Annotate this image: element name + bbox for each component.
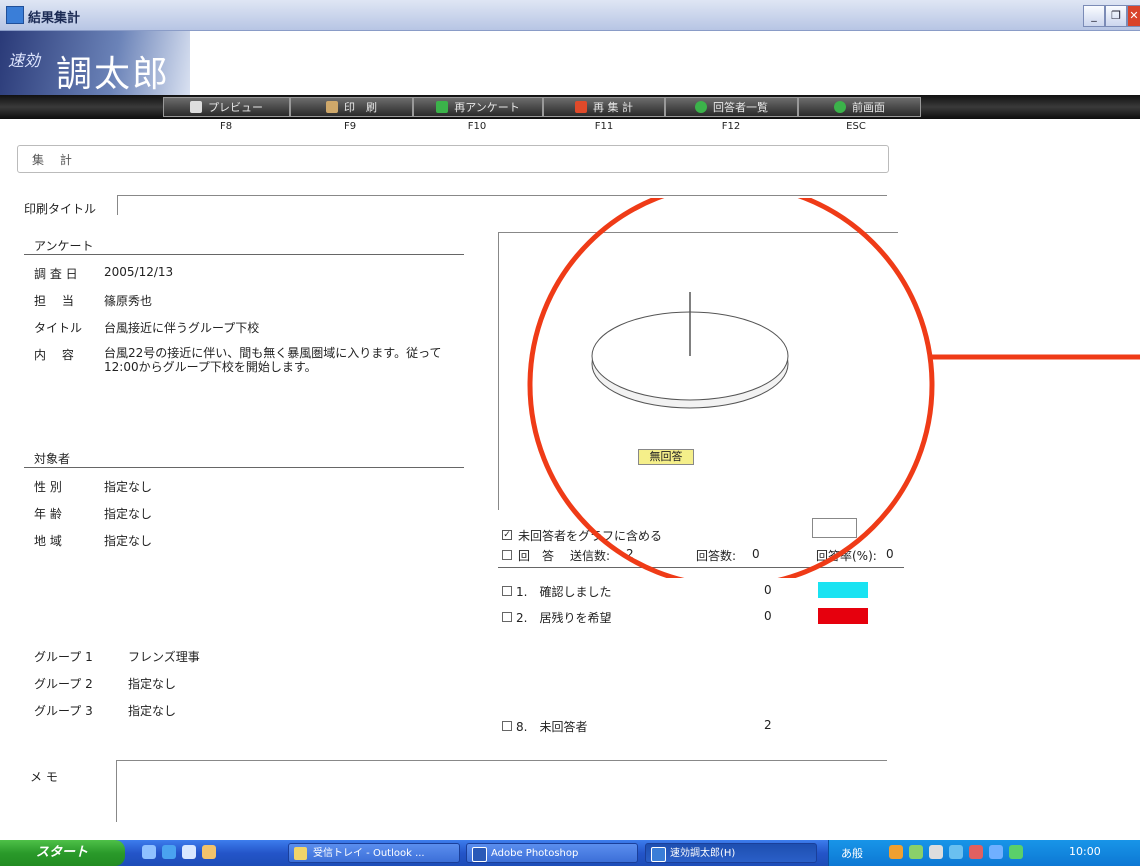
fkey-label: F8	[219, 121, 233, 132]
tray-icon[interactable]	[889, 845, 903, 859]
tray-icon[interactable]	[969, 845, 983, 859]
survey-owner-value: 篠原秀也	[104, 294, 153, 308]
survey-title-label: タイトル	[34, 321, 83, 335]
target-gender-value: 指定なし	[104, 480, 153, 494]
window-titlebar[interactable]: 結果集計 _ ❐ ✕	[0, 0, 1140, 31]
target-gender-label: 性 別	[34, 480, 62, 494]
divider	[24, 467, 464, 468]
clock: 10:00	[1069, 845, 1101, 858]
photoshop-icon	[472, 847, 487, 862]
include-unanswered-checkbox[interactable]: ✓	[502, 530, 512, 540]
group-label: グループ 1	[34, 650, 93, 664]
section-header: 集 計	[17, 145, 889, 173]
back-button[interactable]: 前画面	[798, 97, 921, 117]
fkey-label: F9	[343, 121, 357, 132]
group-value: フレンズ理事	[128, 650, 200, 664]
logo-sub-text: 速効	[8, 51, 41, 70]
survey-content-label: 内 容	[34, 348, 74, 362]
resurvey-icon	[436, 101, 449, 113]
unanswered-count: 2	[764, 718, 772, 732]
option-color-swatch	[818, 608, 868, 624]
annotation-circle	[527, 198, 935, 578]
survey-date-label: 調 査 日	[34, 267, 78, 281]
unanswered-checkbox[interactable]	[502, 721, 512, 731]
back-arrow-icon	[834, 101, 846, 113]
memo-label: メ モ	[30, 770, 58, 784]
preview-button[interactable]: プレビュー	[163, 97, 290, 117]
print-button[interactable]: 印 刷	[290, 97, 413, 117]
divider	[24, 254, 464, 255]
survey-title-value: 台風接近に伴うグループ下校	[104, 321, 260, 335]
group-value: 指定なし	[128, 704, 177, 718]
logo-main-text: 調太郎	[56, 54, 171, 95]
arrow-icon	[695, 101, 707, 113]
option-label: 2. 居残りを希望	[516, 611, 612, 625]
print-title-label: 印刷タイトル	[24, 202, 97, 216]
survey-content-value: 台風22号の接近に伴い、間も無く暴風圏域に入ります。従って12:00からグループ…	[104, 346, 442, 374]
unanswered-label: 8. 未回答者	[516, 720, 588, 734]
app-logo: 速効 調太郎	[0, 31, 190, 95]
taskbar-item-app[interactable]: 速効調太郎(H)	[645, 843, 817, 863]
respondent-list-button[interactable]: 回答者一覧	[665, 97, 798, 117]
recount-button[interactable]: 再 集 計	[543, 97, 665, 117]
window-title: 結果集計	[28, 11, 81, 26]
tray-icon[interactable]	[949, 845, 963, 859]
taskbar-item-outlook[interactable]: 受信トレイ - Outlook ...	[288, 843, 460, 863]
target-age-value: 指定なし	[104, 507, 153, 521]
close-button[interactable]: ✕	[1127, 5, 1140, 27]
group-label: グループ 3	[34, 704, 93, 718]
annotation-overlay	[527, 198, 1140, 578]
tray-icon[interactable]	[909, 845, 923, 859]
option-color-swatch	[818, 582, 868, 598]
fkey-label: F12	[721, 121, 741, 132]
target-region-label: 地 域	[34, 534, 62, 548]
tray-icon[interactable]	[1009, 845, 1023, 859]
outlook-icon	[294, 847, 307, 860]
answer-checkbox[interactable]	[502, 550, 512, 560]
memo-textarea[interactable]	[116, 760, 887, 822]
fkey-label: F10	[467, 121, 487, 132]
quicklaunch-icon[interactable]	[142, 845, 156, 859]
resurvey-button[interactable]: 再アンケート	[413, 97, 543, 117]
option-count: 0	[764, 609, 772, 623]
minimize-button[interactable]: _	[1083, 5, 1105, 27]
option-count: 0	[764, 583, 772, 597]
option-checkbox[interactable]	[502, 586, 512, 596]
ie-icon[interactable]	[162, 845, 176, 859]
app-icon	[651, 847, 666, 862]
survey-owner-label: 担 当	[34, 294, 74, 308]
app-icon	[6, 6, 24, 24]
section-title: 集 計	[32, 153, 78, 167]
app-banner: 速効 調太郎	[0, 31, 1140, 95]
ime-indicator[interactable]: あ般	[841, 845, 863, 861]
target-heading: 対象者	[34, 452, 71, 466]
toolbar: プレビュー 印 刷 再アンケート 再 集 計 回答者一覧 前画面	[0, 95, 1140, 119]
taskbar-item-photoshop[interactable]: Adobe Photoshop	[466, 843, 638, 863]
survey-date-value: 2005/12/13	[104, 265, 174, 279]
system-tray: あ般 10:00	[828, 840, 1140, 866]
preview-icon	[190, 101, 202, 113]
restore-button[interactable]: ❐	[1105, 5, 1127, 27]
option-label: 1. 確認しました	[516, 585, 612, 599]
survey-heading: アンケート	[34, 239, 94, 253]
option-checkbox[interactable]	[502, 612, 512, 622]
group-value: 指定なし	[128, 677, 177, 691]
taskbar: スタート 受信トレイ - Outlook ... Adobe Photoshop…	[0, 840, 1140, 866]
start-button[interactable]: スタート	[0, 840, 125, 866]
fkey-label: F11	[594, 121, 614, 132]
tray-icon[interactable]	[989, 845, 1003, 859]
target-region-value: 指定なし	[104, 534, 153, 548]
tray-icon[interactable]	[929, 845, 943, 859]
desktop-icon[interactable]	[182, 845, 196, 859]
group-label: グループ 2	[34, 677, 93, 691]
folder-icon[interactable]	[202, 845, 216, 859]
chart-icon	[575, 101, 587, 113]
fkey-label: ESC	[846, 121, 866, 132]
target-age-label: 年 齢	[34, 507, 62, 521]
printer-icon	[326, 101, 338, 113]
